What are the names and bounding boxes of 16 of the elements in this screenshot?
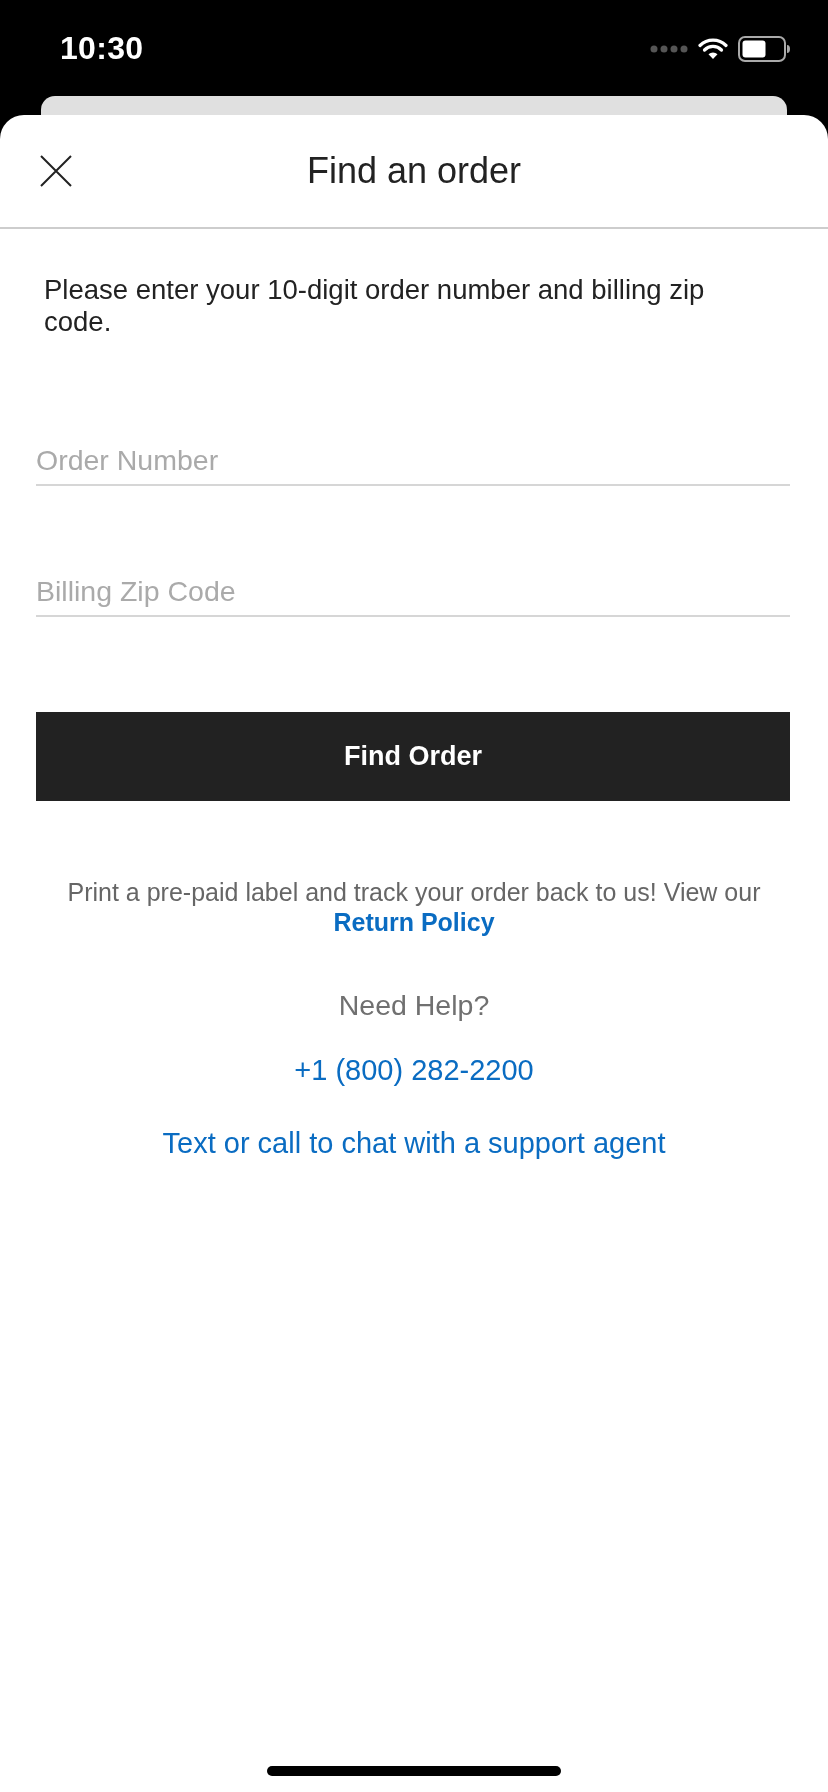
find-order-button[interactable]: Find Order (36, 712, 790, 801)
signal-icon (650, 45, 688, 53)
close-icon (40, 155, 72, 187)
page-title: Find an order (305, 150, 523, 192)
input-field[interactable]: Billing Zip Code (36, 567, 790, 617)
return-policy-link[interactable]: Return Policy (333, 908, 495, 936)
phone-link[interactable]: +1 (800) 282-2200 (294, 1054, 534, 1086)
wifi-icon (698, 38, 728, 60)
close-button[interactable] (38, 153, 74, 189)
input-field[interactable]: Order Number (36, 436, 790, 486)
status-time: 10:30 (60, 30, 144, 66)
chat-link[interactable]: Text or call to chat with a support agent (162, 1127, 666, 1159)
return-info-text: Print a pre-paid label and track your order back to us! View our Return Policy (66, 877, 762, 937)
battery-icon (738, 36, 790, 62)
help-heading: Need Help? (338, 989, 490, 1021)
instructions-text: Please enter your 10-digit order number and billing zip code. (44, 274, 706, 338)
